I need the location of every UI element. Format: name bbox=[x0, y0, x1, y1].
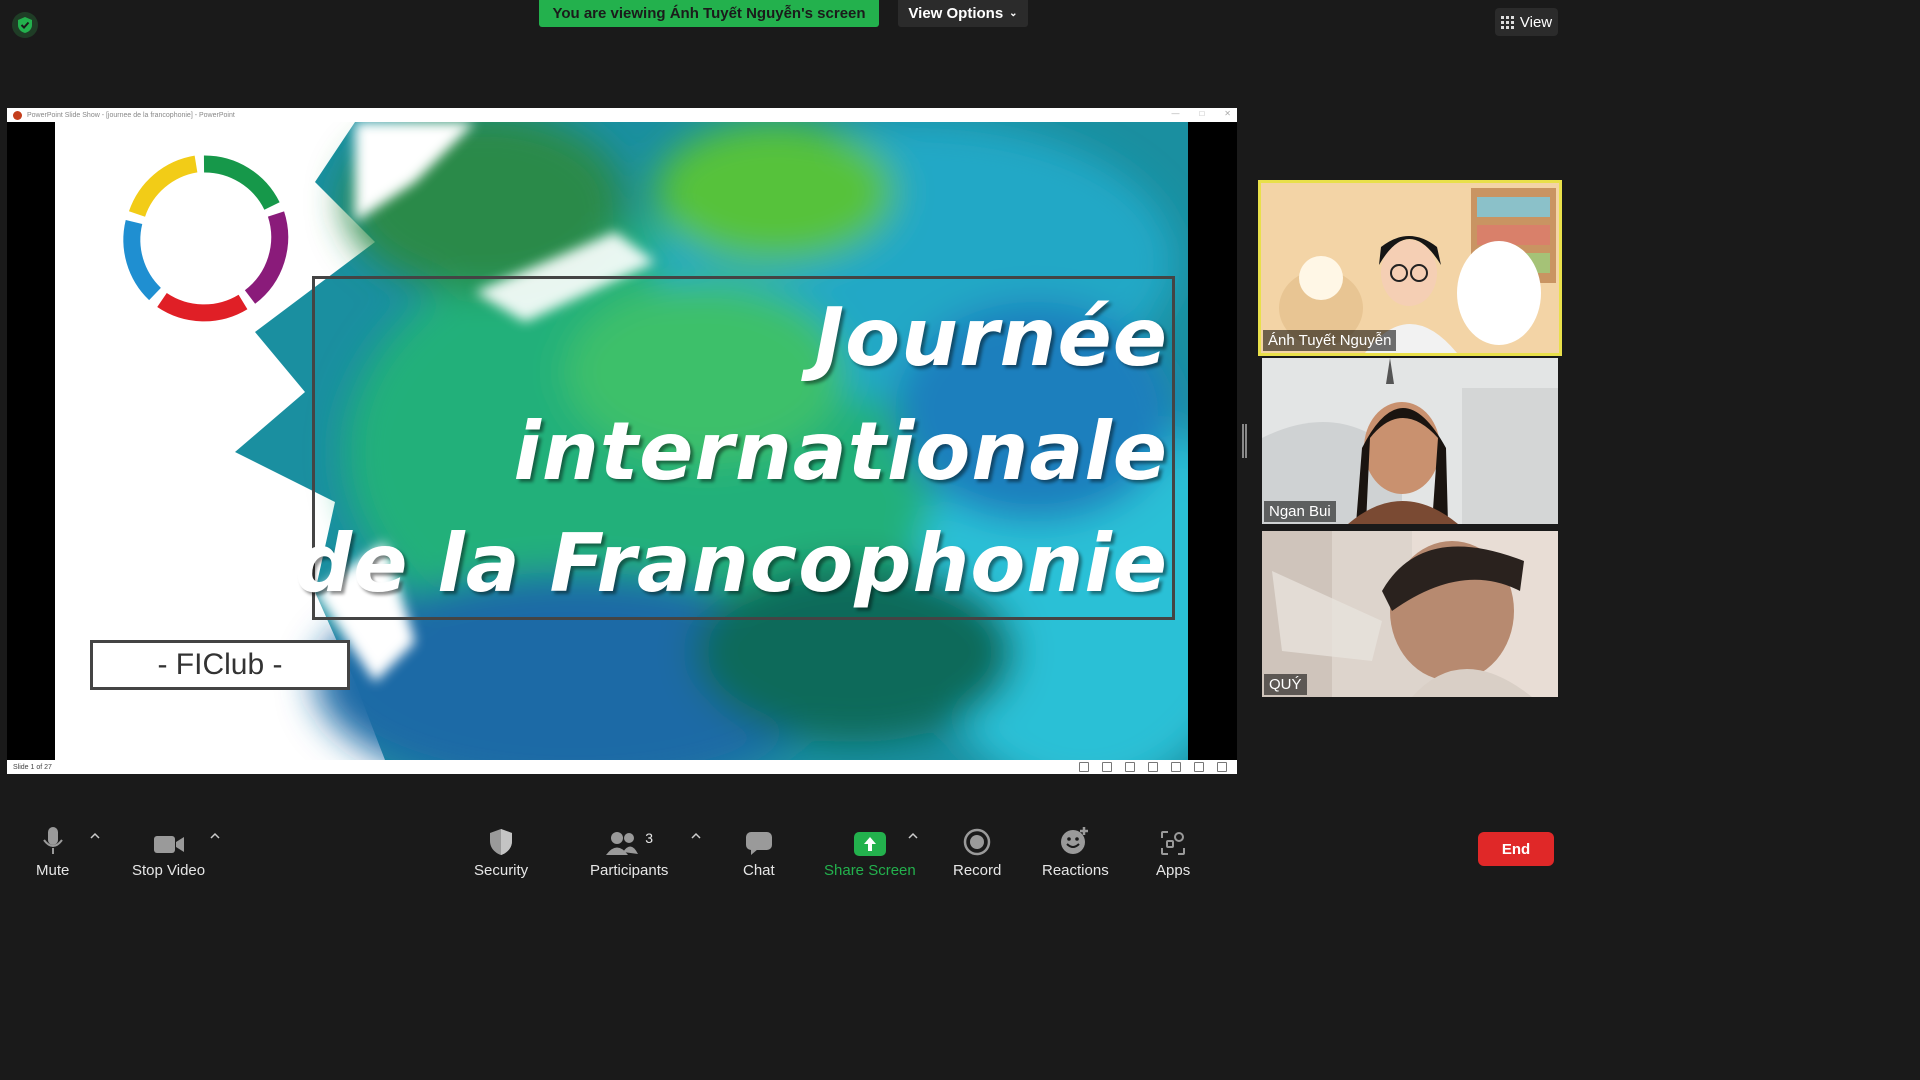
slide-title-line-1: Journée bbox=[814, 291, 1168, 384]
panel-resize-handle[interactable] bbox=[1242, 424, 1247, 458]
share-screen-button[interactable]: Share Screen bbox=[824, 822, 916, 879]
video-feed-anh bbox=[1261, 183, 1559, 353]
microphone-icon bbox=[42, 827, 63, 854]
share-options-caret-icon[interactable] bbox=[907, 830, 919, 842]
slide-title-line-2: internationale bbox=[513, 405, 1168, 498]
view-button[interactable]: View bbox=[1495, 8, 1558, 36]
normal-view-icon[interactable] bbox=[1148, 762, 1158, 772]
chat-button[interactable]: Chat bbox=[743, 822, 775, 879]
participant-name: Ngan Bui bbox=[1264, 501, 1336, 522]
record-icon bbox=[963, 828, 991, 856]
record-label: Record bbox=[953, 862, 1002, 879]
participant-name: Ánh Tuyết Nguyễn bbox=[1263, 330, 1397, 351]
audio-options-caret-icon[interactable] bbox=[89, 830, 101, 842]
view-label: View bbox=[1519, 13, 1553, 31]
stop-video-label: Stop Video bbox=[132, 862, 206, 879]
video-camera-icon bbox=[153, 836, 184, 853]
ppt-title-bar: PowerPoint Slide Show - [journee de la f… bbox=[7, 108, 1237, 122]
prev-slide-icon[interactable] bbox=[1079, 762, 1089, 772]
participant-name: QUÝ bbox=[1264, 674, 1307, 695]
view-options-button[interactable]: View Options ⌄ bbox=[898, 0, 1028, 27]
apps-button[interactable]: Apps bbox=[1156, 822, 1190, 879]
next-slide-icon[interactable] bbox=[1125, 762, 1135, 772]
mute-label: Mute bbox=[36, 862, 70, 879]
stop-video-button[interactable]: Stop Video bbox=[132, 822, 205, 879]
chevron-down-icon: ⌄ bbox=[1009, 8, 1018, 19]
notes-icon[interactable] bbox=[1102, 762, 1112, 772]
security-shield-icon[interactable] bbox=[12, 12, 38, 38]
sorter-view-icon[interactable] bbox=[1171, 762, 1181, 772]
reactions-label: Reactions bbox=[1042, 862, 1109, 879]
participants-count: 3 bbox=[645, 830, 654, 846]
participants-button[interactable]: 3 Participants bbox=[590, 822, 668, 879]
security-button[interactable]: Security bbox=[474, 822, 528, 879]
ppt-status-bar: Slide 1 of 27 bbox=[7, 760, 1237, 774]
record-button[interactable]: Record bbox=[953, 822, 1001, 879]
maximize-icon: □ bbox=[1199, 109, 1205, 118]
close-icon: ✕ bbox=[1224, 109, 1231, 118]
video-feed-ngan bbox=[1262, 358, 1558, 524]
reactions-smiley-icon bbox=[1061, 827, 1089, 854]
slide-counter: Slide 1 of 27 bbox=[13, 763, 52, 771]
reading-view-icon[interactable] bbox=[1194, 762, 1204, 772]
chat-label: Chat bbox=[743, 862, 775, 879]
ppt-window-title: PowerPoint Slide Show - [journee de la f… bbox=[27, 111, 235, 119]
video-tile-anh[interactable]: Ánh Tuyết Nguyễn bbox=[1258, 180, 1562, 356]
video-options-caret-icon[interactable] bbox=[209, 830, 221, 842]
slide: Journée internationale de la Francophoni… bbox=[55, 122, 1188, 760]
share-screen-label: Share Screen bbox=[824, 862, 916, 879]
apps-icon bbox=[1161, 831, 1186, 855]
club-label: - FIClub - bbox=[90, 640, 350, 690]
grid-icon bbox=[1500, 15, 1514, 29]
mute-button[interactable]: Mute bbox=[36, 822, 69, 879]
end-meeting-button[interactable]: End bbox=[1478, 832, 1554, 866]
powerpoint-icon bbox=[13, 110, 22, 120]
view-options-label: View Options bbox=[908, 5, 1004, 22]
participants-options-caret-icon[interactable] bbox=[690, 830, 702, 842]
shared-screen[interactable]: PowerPoint Slide Show - [journee de la f… bbox=[7, 108, 1237, 774]
chat-icon bbox=[745, 832, 772, 855]
minimize-icon: — bbox=[1171, 109, 1180, 118]
slide-title-line-3: de la Francophonie bbox=[294, 517, 1168, 610]
shield-icon bbox=[490, 829, 513, 855]
video-tile-ngan[interactable]: Ngan Bui bbox=[1262, 358, 1558, 524]
participants-icon bbox=[606, 832, 639, 855]
francophonie-logo bbox=[123, 155, 289, 322]
video-feed-quy bbox=[1262, 531, 1558, 697]
share-screen-icon bbox=[853, 832, 886, 856]
apps-label: Apps bbox=[1156, 862, 1191, 879]
participants-label: Participants bbox=[590, 862, 669, 879]
slideshow-icon[interactable] bbox=[1217, 762, 1227, 772]
video-tile-quy[interactable]: QUÝ bbox=[1262, 531, 1558, 697]
security-label: Security bbox=[474, 862, 529, 879]
viewing-banner: You are viewing Ánh Tuyết Nguyễn's scree… bbox=[539, 0, 879, 27]
reactions-button[interactable]: Reactions bbox=[1042, 822, 1109, 879]
